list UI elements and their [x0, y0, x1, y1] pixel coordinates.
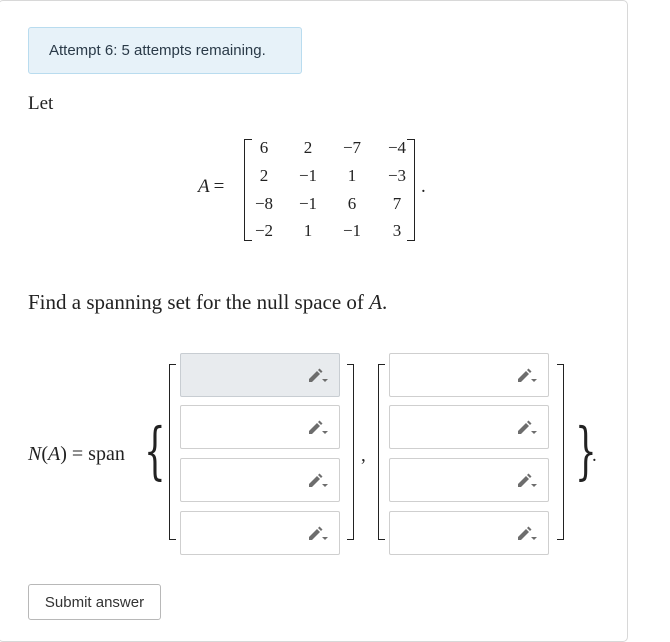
- vector2-entry-4-input[interactable]: [389, 511, 549, 555]
- matrix-cell: 7: [392, 194, 402, 213]
- matrix-cell: −3: [387, 166, 407, 185]
- matrix-period: .: [421, 176, 426, 197]
- vector1-entry-1-input[interactable]: [180, 353, 340, 397]
- submit-answer-button[interactable]: Submit answer: [28, 584, 161, 620]
- matrix-name: A: [198, 176, 210, 197]
- matrix-cell: −2: [254, 221, 274, 240]
- matrix-cell: −1: [298, 194, 318, 213]
- matrix-cell: 2: [303, 138, 313, 157]
- pencil-dropdown-icon[interactable]: [516, 525, 538, 543]
- vector2-entry-1-input[interactable]: [389, 353, 549, 397]
- matrix-label: A =: [198, 176, 224, 198]
- null-space-span: = span: [66, 443, 125, 465]
- matrix-cell: −1: [342, 221, 362, 240]
- pencil-dropdown-icon[interactable]: [307, 367, 329, 385]
- vector2-entry-2-input[interactable]: [389, 405, 549, 449]
- matrix-cell: 6: [347, 194, 357, 213]
- null-space-label: N(A) = span: [28, 443, 125, 466]
- vector1-left-bracket: [169, 364, 176, 540]
- let-text: Let: [28, 93, 54, 114]
- vector-separator: ,: [361, 445, 366, 466]
- attempts-text: Attempt 6: 5 attempts remaining.: [49, 42, 266, 59]
- pencil-dropdown-icon[interactable]: [516, 419, 538, 437]
- question-text: Find a spanning set for the null space o…: [28, 290, 387, 315]
- matrix-cell: −1: [298, 166, 318, 185]
- matrix-cell: −7: [342, 138, 362, 157]
- pencil-dropdown-icon[interactable]: [307, 472, 329, 490]
- vector1-right-bracket: [347, 364, 354, 540]
- pencil-dropdown-icon[interactable]: [307, 525, 329, 543]
- left-curly-brace: {: [144, 414, 166, 487]
- pencil-dropdown-icon[interactable]: [516, 367, 538, 385]
- vector2-left-bracket: [378, 364, 385, 540]
- vector1-entry-2-input[interactable]: [180, 405, 340, 449]
- question-var: A: [369, 290, 383, 314]
- matrix-cell: 2: [259, 166, 269, 185]
- vector2-entry-3-input[interactable]: [389, 458, 549, 502]
- vector1-entry-3-input[interactable]: [180, 458, 340, 502]
- matrix-cell: 1: [347, 166, 357, 185]
- null-space-paren-open: (: [41, 443, 49, 465]
- attempts-alert: Attempt 6: 5 attempts remaining.: [28, 27, 302, 74]
- question-body: Find a spanning set for the null space o…: [28, 290, 370, 314]
- answer-period: .: [592, 445, 597, 466]
- matrix-cell: −4: [387, 138, 407, 157]
- matrix-cell: 1: [303, 221, 313, 240]
- question-end: .: [382, 290, 388, 314]
- null-space-n: N: [28, 443, 42, 465]
- pencil-dropdown-icon[interactable]: [516, 472, 538, 490]
- pencil-dropdown-icon[interactable]: [307, 419, 329, 437]
- null-space-var: A: [48, 443, 61, 465]
- vector1-entry-4-input[interactable]: [180, 511, 340, 555]
- vector2-right-bracket: [557, 364, 564, 540]
- matrix-cell: 3: [392, 221, 402, 240]
- null-space-paren-close: ): [60, 443, 67, 465]
- matrix-cell: −8: [254, 194, 274, 213]
- matrix-cell: 6: [259, 138, 269, 157]
- matrix-equals: =: [213, 176, 225, 197]
